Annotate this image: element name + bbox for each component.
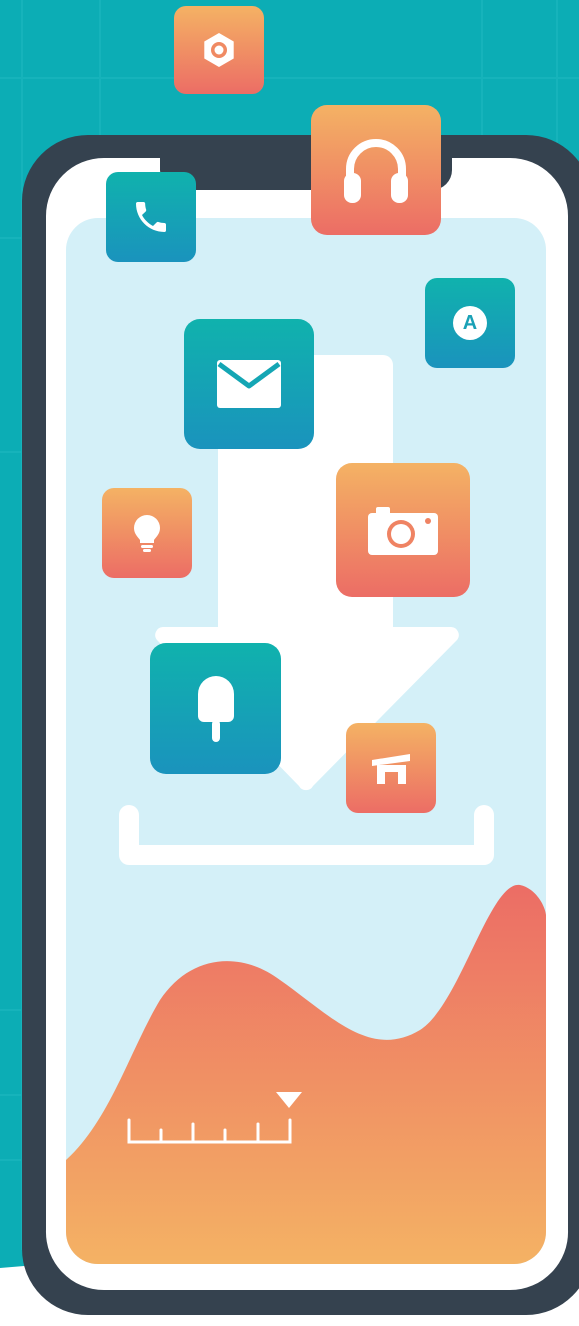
envelope-icon[interactable] [184, 319, 314, 449]
camera-icon[interactable] [336, 463, 470, 597]
scene-background [0, 0, 579, 1315]
lightbulb-icon[interactable] [102, 488, 192, 578]
gear-icon[interactable] [174, 6, 264, 94]
letter-a-badge: A [453, 306, 487, 340]
letter-a-text: A [462, 311, 478, 334]
popsicle-icon[interactable] [150, 643, 281, 774]
headphones-icon[interactable] [311, 105, 441, 235]
letter-a-icon[interactable]: A [425, 278, 515, 368]
house-icon[interactable] [346, 723, 436, 813]
phone-icon[interactable] [106, 172, 196, 262]
